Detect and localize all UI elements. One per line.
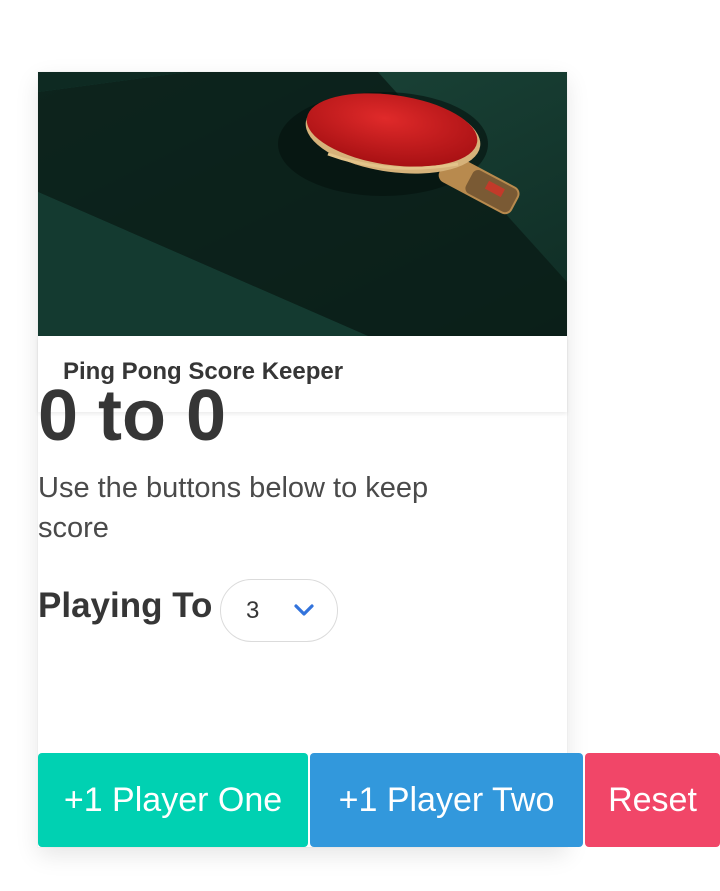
instructions-text: Use the buttons below to keep score: [38, 472, 429, 544]
score-keeper-card: Ping Pong Score Keeper: [38, 72, 567, 847]
playing-to-select[interactable]: 3: [220, 579, 338, 642]
playing-to-selected-value: 3: [246, 597, 260, 624]
ping-pong-paddle-photo: [38, 72, 567, 336]
score-display: 0 to 0: [38, 376, 227, 456]
reset-button[interactable]: Reset: [585, 753, 720, 847]
chevron-down-icon: [294, 604, 314, 616]
card-image: [38, 72, 567, 336]
player-one-button[interactable]: +1 Player One: [38, 753, 308, 847]
player-two-button[interactable]: +1 Player Two: [310, 753, 583, 847]
playing-to-label: Playing To: [38, 586, 213, 625]
